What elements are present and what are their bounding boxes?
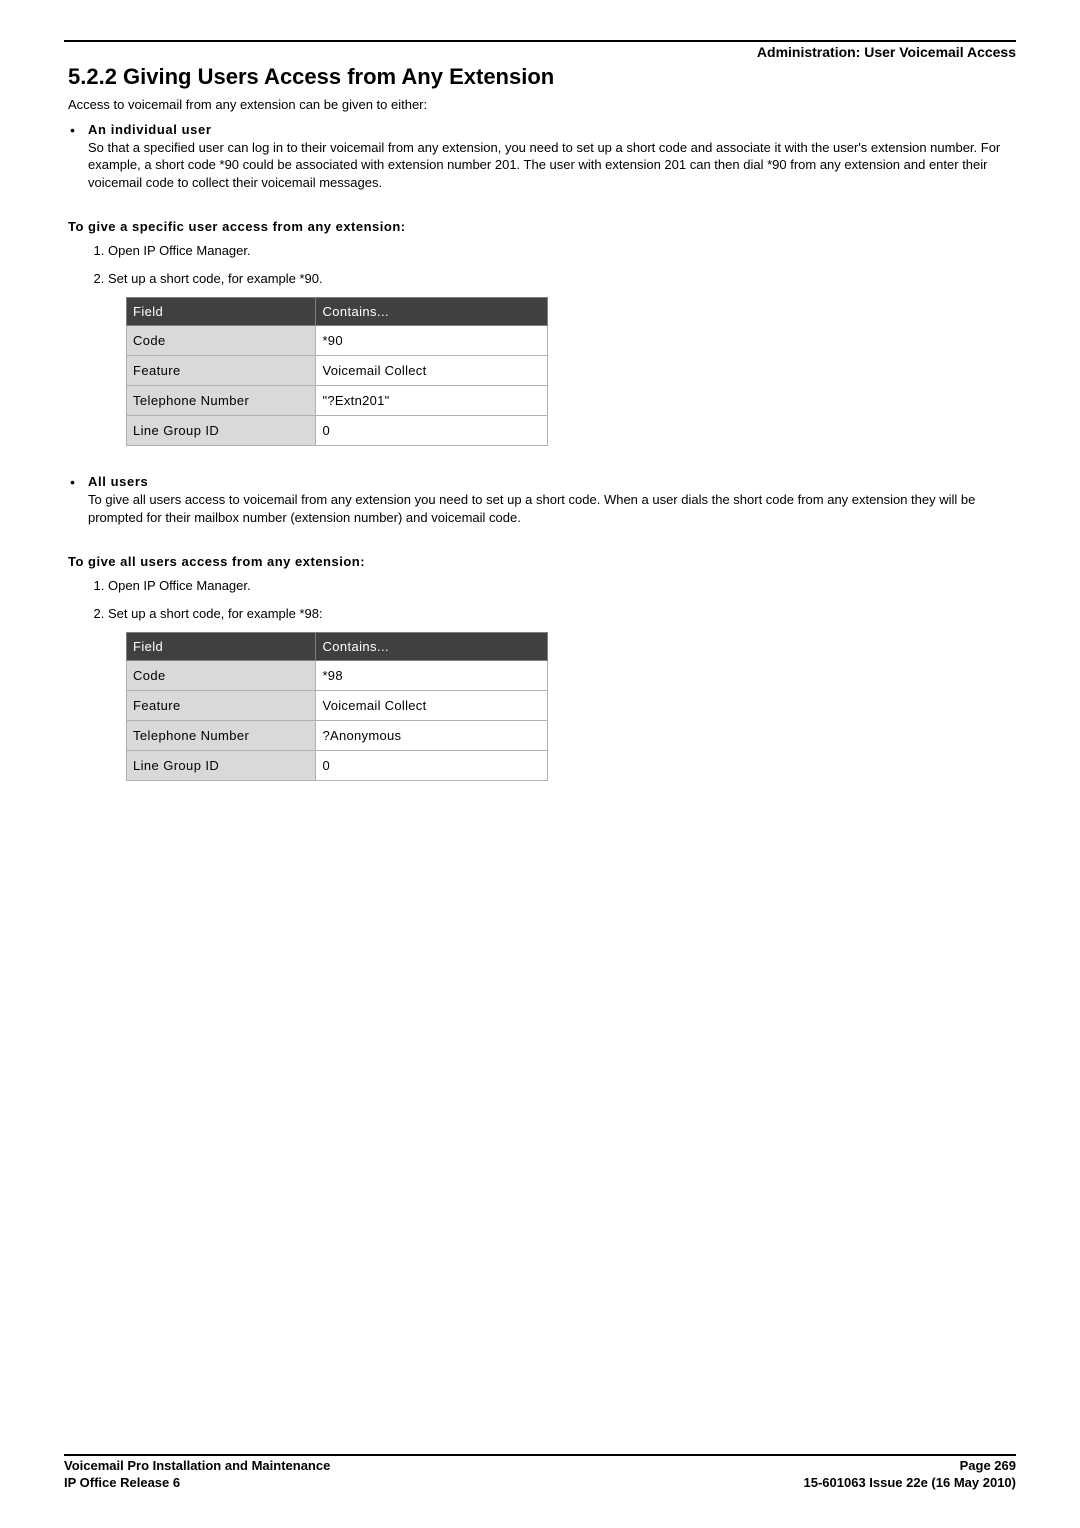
table-row: Telephone Number ?Anonymous	[127, 721, 548, 751]
table-row: Feature Voicemail Collect	[127, 691, 548, 721]
footer-right-2: 15-601063 Issue 22e (16 May 2010)	[804, 1475, 1017, 1490]
footer-right-1: Page 269	[960, 1458, 1016, 1473]
bullet-list-2: All users To give all users access to vo…	[70, 474, 1016, 526]
bullet-lead: An individual user	[88, 122, 211, 137]
table-cell-value: 0	[316, 416, 548, 446]
section-title: 5.2.2 Giving Users Access from Any Exten…	[68, 64, 1016, 90]
table-header-row: Field Contains...	[127, 633, 548, 661]
list-item: Set up a short code, for example *98:	[108, 605, 1016, 623]
list-item: Set up a short code, for example *90.	[108, 270, 1016, 288]
header-right-text: Administration: User Voicemail Access	[64, 44, 1016, 60]
steps-list-2: Open IP Office Manager. Set up a short c…	[108, 577, 1016, 622]
table-cell-value: Voicemail Collect	[316, 691, 548, 721]
intro-paragraph: Access to voicemail from any extension c…	[68, 96, 1016, 114]
footer-row-2: IP Office Release 6 15-601063 Issue 22e …	[64, 1475, 1016, 1490]
table-header-field: Field	[127, 298, 316, 326]
sub-heading-all-users: To give all users access from any extens…	[68, 554, 1016, 569]
table-row: Telephone Number "?Extn201"	[127, 386, 548, 416]
table-header-row: Field Contains...	[127, 298, 548, 326]
short-code-table-2: Field Contains... Code *98 Feature Voice…	[126, 632, 548, 781]
table-cell-value: 0	[316, 751, 548, 781]
bullet-list-1: An individual user So that a specified u…	[70, 122, 1016, 192]
table-cell-label: Telephone Number	[127, 721, 316, 751]
table-header-field: Field	[127, 633, 316, 661]
page-footer: Voicemail Pro Installation and Maintenan…	[64, 1454, 1016, 1490]
bullet-lead: All users	[88, 474, 148, 489]
table-header-contains: Contains...	[316, 298, 548, 326]
table-cell-label: Feature	[127, 691, 316, 721]
table-row: Code *98	[127, 661, 548, 691]
footer-left-1: Voicemail Pro Installation and Maintenan…	[64, 1458, 330, 1473]
footer-rule	[64, 1454, 1016, 1456]
table-cell-value: *90	[316, 326, 548, 356]
table-cell-label: Line Group ID	[127, 751, 316, 781]
table-cell-value: *98	[316, 661, 548, 691]
table-cell-label: Code	[127, 326, 316, 356]
table-cell-value: ?Anonymous	[316, 721, 548, 751]
table-row: Feature Voicemail Collect	[127, 356, 548, 386]
footer-row-1: Voicemail Pro Installation and Maintenan…	[64, 1458, 1016, 1473]
sub-heading-specific-user: To give a specific user access from any …	[68, 219, 1016, 234]
table-cell-value: "?Extn201"	[316, 386, 548, 416]
table-row: Code *90	[127, 326, 548, 356]
table-cell-label: Telephone Number	[127, 386, 316, 416]
bullet-description: To give all users access to voicemail fr…	[88, 491, 1016, 526]
header-rule	[64, 40, 1016, 42]
table-row: Line Group ID 0	[127, 416, 548, 446]
table-cell-value: Voicemail Collect	[316, 356, 548, 386]
table-row: Line Group ID 0	[127, 751, 548, 781]
list-item: Open IP Office Manager.	[108, 242, 1016, 260]
table-cell-label: Line Group ID	[127, 416, 316, 446]
table-cell-label: Code	[127, 661, 316, 691]
table-cell-label: Feature	[127, 356, 316, 386]
list-item: An individual user So that a specified u…	[70, 122, 1016, 192]
table-header-contains: Contains...	[316, 633, 548, 661]
document-page: Administration: User Voicemail Access 5.…	[0, 0, 1080, 1528]
short-code-table-1: Field Contains... Code *90 Feature Voice…	[126, 297, 548, 446]
footer-left-2: IP Office Release 6	[64, 1475, 180, 1490]
bullet-description: So that a specified user can log in to t…	[88, 139, 1016, 192]
list-item: All users To give all users access to vo…	[70, 474, 1016, 526]
list-item: Open IP Office Manager.	[108, 577, 1016, 595]
steps-list-1: Open IP Office Manager. Set up a short c…	[108, 242, 1016, 287]
